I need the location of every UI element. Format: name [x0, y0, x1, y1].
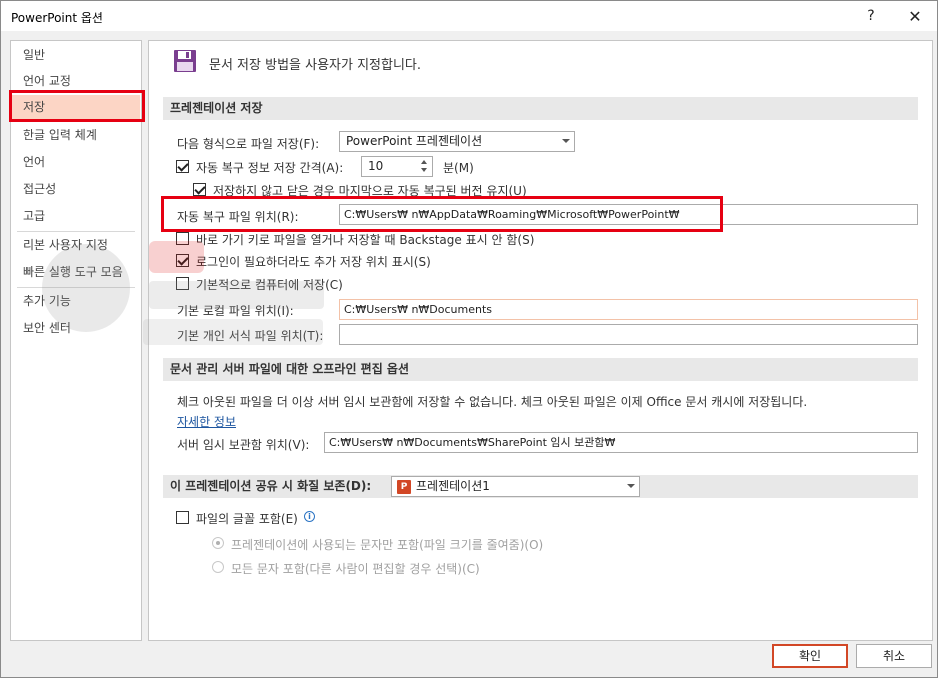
sidebar-item-save[interactable]: 저장	[12, 95, 140, 120]
autorecover-checkbox[interactable]	[176, 160, 189, 173]
save-options-panel: 문서 저장 방법을 사용자가 지정합니다. 프레젠테이션 저장 다음 형식으로 …	[148, 40, 933, 641]
sidebar-item-language[interactable]: 언어	[12, 150, 140, 175]
minutes-label: 분(M)	[443, 161, 474, 175]
section-header-save-presentations: 프레젠테이션 저장	[163, 97, 918, 120]
sidebar-item-korean-input[interactable]: 한글 입력 체계	[12, 123, 140, 148]
chevron-down-icon	[627, 484, 635, 488]
autorecover-interval-label: 자동 복구 정보 저장 간격(A):	[196, 161, 344, 175]
sidebar-item-trust-center[interactable]: 보안 센터	[12, 316, 140, 341]
sidebar-item-advanced[interactable]: 고급	[12, 204, 140, 229]
embed-fonts-checkbox[interactable]	[176, 511, 189, 524]
keep-last-autosaved-checkbox[interactable]	[193, 183, 206, 196]
sidebar-item-accessibility[interactable]: 접근성	[12, 177, 140, 202]
offline-description: 체크 아웃된 파일을 더 이상 서버 임시 보관함에 저장할 수 없습니다. 체…	[177, 395, 808, 409]
save-to-computer-checkbox[interactable]	[176, 277, 189, 290]
embed-all-characters-label: 모든 문자 포함(다른 사람이 편집할 경우 선택)(C)	[231, 562, 480, 576]
spin-down-icon[interactable]	[421, 168, 427, 172]
powerpoint-file-icon: P	[397, 480, 411, 494]
autorecover-location-label: 자동 복구 파일 위치(R):	[177, 210, 299, 224]
default-local-location-field[interactable]: C:₩Users₩ n₩Documents	[339, 299, 918, 320]
save-to-computer-label: 기본적으로 컴퓨터에 저장(C)	[196, 278, 343, 292]
floppy-disk-icon	[174, 50, 196, 72]
sidebar-divider	[17, 231, 135, 232]
close-button[interactable]: ✕	[897, 3, 933, 29]
embed-used-characters-radio[interactable]	[212, 537, 224, 549]
section-header-offline-editing: 문서 관리 서버 파일에 대한 오프라인 편집 옵션	[163, 358, 918, 381]
save-format-dropdown[interactable]: PowerPoint 프레젠테이션	[339, 131, 575, 152]
presentation-dropdown[interactable]: P 프레젠테이션1	[391, 476, 640, 497]
spinner-arrows[interactable]	[420, 158, 430, 175]
ok-button[interactable]: 확인	[772, 644, 848, 668]
save-format-value: PowerPoint 프레젠테이션	[346, 134, 483, 148]
page-heading: 문서 저장 방법을 사용자가 지정합니다.	[209, 58, 422, 73]
server-drafts-label: 서버 임시 보관함 위치(V):	[177, 438, 310, 452]
sidebar-item-proofing[interactable]: 언어 교정	[12, 69, 140, 94]
default-local-location-label: 기본 로컬 파일 위치(I):	[177, 304, 294, 318]
chevron-down-icon	[562, 139, 570, 143]
save-format-label: 다음 형식으로 파일 저장(F):	[177, 137, 320, 151]
no-backstage-checkbox[interactable]	[176, 232, 189, 245]
no-backstage-label: 바로 가기 키로 파일을 열거나 저장할 때 Backstage 표시 안 함(…	[196, 233, 535, 247]
personal-templates-field[interactable]	[339, 324, 918, 345]
autorecover-interval-value: 10	[368, 159, 384, 173]
sidebar-divider	[17, 287, 135, 288]
sidebar-item-customize-ribbon[interactable]: 리본 사용자 지정	[12, 233, 140, 258]
autorecover-location-field[interactable]: C:₩Users₩ n₩AppData₩Roaming₩Microsoft₩Po…	[339, 204, 918, 225]
embed-used-characters-label: 프레젠테이션에 사용되는 문자만 포함(파일 크기를 줄여줌)(O)	[231, 538, 544, 552]
embed-all-characters-radio[interactable]	[212, 561, 224, 573]
category-sidebar: 일반 언어 교정 저장 한글 입력 체계 언어 접근성 고급 리본 사용자 지정…	[10, 40, 142, 641]
options-dialog: PowerPoint 옵션 ? ✕ 일반 언어 교정 저장 한글 입력 체계 언…	[0, 0, 938, 678]
cancel-button[interactable]: 취소	[856, 644, 932, 668]
window-title: PowerPoint 옵션	[11, 11, 103, 25]
sidebar-item-general[interactable]: 일반	[12, 43, 140, 68]
embed-fonts-label: 파일의 글꼴 포함(E)	[196, 512, 298, 526]
show-additional-places-checkbox[interactable]	[176, 254, 189, 267]
sidebar-item-add-ins[interactable]: 추가 기능	[12, 289, 140, 314]
info-icon[interactable]: i	[304, 511, 315, 522]
server-drafts-field[interactable]: C:₩Users₩ n₩Documents₩SharePoint 임시 보관함₩	[324, 432, 918, 453]
more-info-link[interactable]: 자세한 정보	[177, 413, 236, 430]
personal-templates-label: 기본 개인 서식 파일 위치(T):	[177, 329, 324, 343]
help-button[interactable]: ?	[853, 3, 889, 29]
spin-up-icon[interactable]	[421, 160, 427, 164]
presentation-dropdown-value: 프레젠테이션1	[416, 479, 490, 493]
preserve-fidelity-label: 이 프레젠테이션 공유 시 화질 보존(D):	[170, 479, 372, 493]
title-bar: PowerPoint 옵션 ? ✕	[1, 1, 937, 31]
keep-last-autosaved-label: 저장하지 않고 닫은 경우 마지막으로 자동 복구된 버전 유지(U)	[213, 184, 527, 198]
sidebar-item-quick-access-toolbar[interactable]: 빠른 실행 도구 모음	[12, 260, 140, 285]
show-additional-places-label: 로그인이 필요하더라도 추가 저장 위치 표시(S)	[196, 255, 431, 269]
autorecover-interval-spinner[interactable]: 10	[361, 156, 433, 177]
